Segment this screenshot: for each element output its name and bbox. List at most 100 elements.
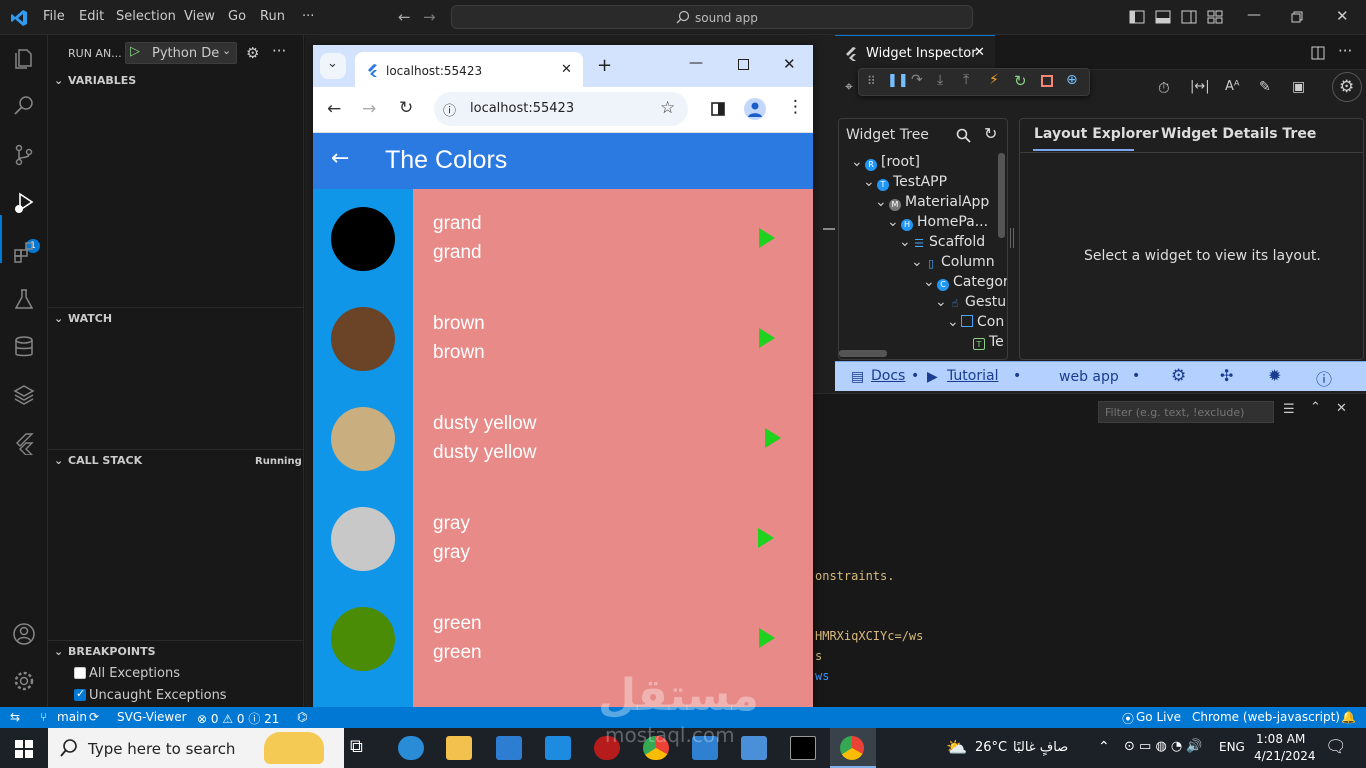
tab-widget-inspector[interactable]: Widget Inspector ✕ [835, 35, 995, 70]
back-icon[interactable]: ← [327, 99, 341, 119]
image-icon[interactable]: ▣ [1292, 79, 1305, 95]
minimize-icon[interactable]: — [689, 55, 703, 71]
command-center[interactable]: sound app [451, 5, 973, 29]
bug-icon[interactable]: ✹ [1268, 366, 1281, 385]
back-arrow-icon[interactable]: ← [331, 146, 349, 171]
explorer-icon[interactable] [12, 47, 36, 71]
step-into-icon[interactable]: ⤓ [937, 72, 943, 88]
vscode-icon[interactable] [692, 736, 718, 760]
branch-name[interactable]: main [57, 710, 87, 724]
clock-date[interactable]: 4/21/2024 [1254, 749, 1316, 763]
bookmark-star-icon[interactable]: ☆ [660, 98, 675, 118]
menu-view[interactable]: View [184, 9, 215, 24]
chevron-up-icon[interactable]: ⌃ [1310, 400, 1321, 415]
tab-layout-explorer[interactable]: Layout Explorer [1034, 126, 1159, 142]
layers-icon[interactable] [12, 383, 36, 407]
tab-search-button[interactable]: ⌄ [320, 53, 346, 79]
manage-gear-icon[interactable] [12, 669, 36, 693]
close-tab-icon[interactable]: ✕ [974, 45, 985, 60]
tree-node[interactable]: ⌄ ☰ Scaffold [899, 234, 985, 250]
refresh-icon[interactable]: ↻ [984, 124, 997, 143]
customize-layout-icon[interactable] [1207, 10, 1223, 24]
tree-node[interactable]: ⌄ M MaterialApp [875, 194, 989, 211]
step-over-icon[interactable]: ↷ [911, 72, 923, 88]
clock-time[interactable]: 1:08 AM [1256, 732, 1305, 746]
new-tab-icon[interactable]: + [597, 55, 612, 76]
notifications-icon[interactable]: 🔔 [1341, 710, 1356, 724]
broadcast-icon[interactable]: ⌬ [297, 710, 307, 724]
profile-avatar[interactable] [744, 98, 766, 120]
debug-config-select[interactable]: ▷ Python De ⌄ [125, 42, 237, 64]
gear-icon[interactable]: ⚙ [246, 44, 259, 62]
go-live-button[interactable]: Go Live [1136, 710, 1181, 724]
filter-list-icon[interactable]: ☰ [1283, 402, 1295, 417]
svg-viewer-label[interactable]: SVG-Viewer [117, 710, 187, 724]
more-actions-icon[interactable]: ··· [272, 42, 286, 60]
chrome-menu-icon[interactable]: ⋮ [787, 97, 804, 117]
restart-icon[interactable]: ↻ [1014, 72, 1027, 90]
notification-center-icon[interactable]: 🗨 [1325, 737, 1347, 757]
tree-node[interactable]: ⌄ C Categor [923, 274, 1007, 291]
list-item[interactable]: brown brown [313, 289, 813, 389]
menu-more[interactable]: ··· [302, 9, 314, 24]
list-item[interactable]: grand grand [313, 189, 813, 289]
gear-icon[interactable]: ⚙ [1171, 366, 1186, 386]
testing-icon[interactable] [12, 287, 36, 311]
play-icon[interactable] [759, 328, 775, 348]
close-window-icon[interactable]: ✕ [1336, 7, 1349, 25]
breakpoints-section-header[interactable]: ⌄ BREAKPOINTS [54, 645, 156, 658]
side-panel-icon[interactable] [711, 102, 725, 116]
debug-target-label[interactable]: Chrome (web-javascript) [1192, 710, 1340, 724]
stop-icon[interactable] [1041, 75, 1053, 87]
address-bar[interactable]: ⓘ localhost:55423 ☆ [434, 92, 688, 126]
taskbar-search-box[interactable]: Type here to search [48, 728, 344, 768]
tree-node[interactable]: ⌄ R [root] [851, 154, 920, 171]
settings-button[interactable]: ⚙ [1332, 72, 1362, 102]
tree-node[interactable]: ⌄ ☝ Gestu [935, 294, 1006, 310]
close-window-icon[interactable]: ✕ [783, 55, 796, 73]
chrome-tab[interactable]: localhost:55423 ✕ [355, 52, 583, 87]
flutter-icon[interactable] [12, 431, 36, 455]
maximize-icon[interactable] [738, 59, 749, 70]
output-filter-field[interactable] [1098, 401, 1274, 423]
all-exceptions-checkbox[interactable] [74, 667, 86, 679]
step-out-icon[interactable]: ⤒ [963, 72, 969, 88]
menu-go[interactable]: Go [228, 9, 246, 24]
pane-resize-handle[interactable] [1010, 228, 1014, 248]
pause-icon[interactable]: ❚❚ [887, 73, 909, 88]
extensions-icon[interactable] [12, 240, 36, 264]
windows-start-icon[interactable] [15, 740, 33, 758]
timer-icon[interactable]: ⏱ [1158, 79, 1170, 97]
app-icon[interactable] [594, 736, 620, 760]
drag-handle-icon[interactable]: ⠿ [867, 74, 876, 88]
search-icon[interactable] [12, 93, 36, 117]
weather-description[interactable]: صافٍ غالبًا [1013, 740, 1068, 755]
chrome-icon[interactable] [643, 736, 669, 760]
tree-node[interactable]: T Te [973, 334, 1004, 350]
hot-reload-icon[interactable]: ⚡ [989, 72, 999, 88]
play-icon[interactable] [759, 628, 775, 648]
weather-icon[interactable]: ⛅ [946, 738, 967, 758]
system-tray-icons[interactable]: ⊙ ▭ ◍ ◔ 🔊 [1124, 739, 1203, 754]
account-icon[interactable] [12, 622, 36, 646]
site-info-icon[interactable]: ⓘ [443, 100, 456, 119]
uncaught-exceptions-checkbox[interactable]: ✓ [74, 687, 86, 701]
play-icon[interactable] [758, 528, 774, 548]
remote-icon[interactable]: ⇆ [10, 710, 20, 724]
temperature[interactable]: 26°C [975, 740, 1007, 755]
active-chrome-taskbar-item[interactable] [830, 728, 876, 768]
select-widget-icon[interactable]: ⌖ [845, 79, 853, 95]
list-item[interactable]: gray gray [313, 489, 813, 589]
close-tab-icon[interactable]: ✕ [561, 62, 572, 77]
reload-icon[interactable]: ↻ [399, 98, 413, 118]
sync-icon[interactable]: ⟳ [89, 710, 99, 724]
help-icon[interactable]: ⓘ [1316, 366, 1332, 390]
menu-file[interactable]: File [43, 9, 65, 24]
edge-icon[interactable] [398, 736, 424, 760]
watch-section-header[interactable]: ⌄ WATCH [54, 312, 112, 325]
split-editor-icon[interactable] [1311, 46, 1325, 60]
tree-horizontal-scrollbar[interactable] [839, 350, 887, 357]
extension-icon[interactable]: ✣ [1220, 366, 1233, 385]
menu-run[interactable]: Run [260, 9, 285, 24]
store-icon[interactable] [496, 736, 522, 760]
